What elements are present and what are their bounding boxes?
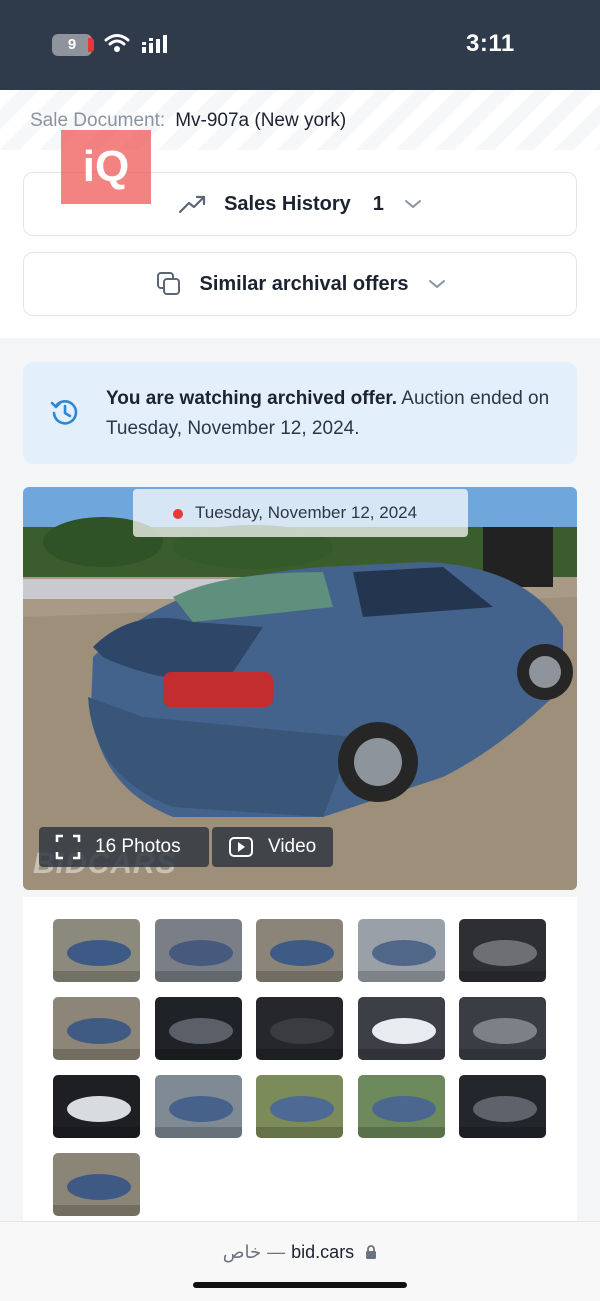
- browser-url-bar[interactable]: خاص — bid.cars: [0, 1221, 600, 1301]
- wifi-icon: [104, 34, 130, 52]
- thumbnail-image: [154, 919, 242, 982]
- gallery-thumbnail[interactable]: [53, 919, 140, 982]
- gallery-thumbnail[interactable]: [256, 997, 343, 1060]
- gallery-thumbnail[interactable]: [154, 919, 242, 982]
- listing-header-card: Sale Document: Mv-907a (New york) iQ Sale…: [0, 90, 600, 338]
- thumbnail-image: [154, 1075, 242, 1138]
- copy-icon: [156, 272, 180, 295]
- thumbnail-image: [256, 997, 343, 1060]
- photos-button-label: 16 Photos: [95, 836, 181, 857]
- video-button-label: Video: [268, 836, 317, 857]
- thumbnail-gallery: [23, 897, 577, 1221]
- main-vehicle-photo[interactable]: Tuesday, November 12, 2024 BIDCARS 16 Ph…: [23, 487, 577, 890]
- expand-icon: [55, 834, 81, 860]
- gallery-thumbnail[interactable]: [357, 919, 445, 982]
- gallery-thumbnail[interactable]: [357, 1075, 445, 1138]
- status-bar: 9 3:11: [0, 0, 600, 90]
- gallery-thumbnail[interactable]: [256, 919, 343, 982]
- private-label: خاص: [222, 1242, 262, 1262]
- thumbnail-image: [53, 919, 140, 982]
- gallery-thumbnail[interactable]: [154, 997, 242, 1060]
- battery-icon: 9: [52, 34, 94, 56]
- history-icon: [50, 400, 78, 425]
- similar-offers-button[interactable]: Similar archival offers: [23, 252, 577, 316]
- sale-document-value: Mv-907a (New york): [175, 110, 347, 131]
- thumbnail-image: [357, 1075, 445, 1138]
- notice-bold: You are watching archived offer.: [106, 388, 398, 409]
- video-icon: [229, 837, 253, 857]
- chevron-down-icon: [429, 280, 446, 288]
- gallery-thumbnail[interactable]: [53, 1153, 140, 1216]
- gallery-thumbnail[interactable]: [459, 919, 546, 982]
- gallery-thumbnail[interactable]: [459, 1075, 546, 1138]
- thumbnail-image: [256, 1075, 343, 1138]
- thumbnail-image: [459, 1075, 546, 1138]
- gallery-thumbnail[interactable]: [459, 997, 546, 1060]
- auction-date: Tuesday, November 12, 2024: [195, 503, 418, 522]
- chevron-down-icon: [404, 200, 421, 208]
- sale-document-label: Sale Document:: [30, 110, 166, 131]
- lock-icon: [366, 1245, 377, 1259]
- gallery-thumbnail[interactable]: [256, 1075, 343, 1138]
- sale-document: Sale Document: Mv-907a (New york): [30, 110, 346, 132]
- home-indicator: [193, 1282, 407, 1288]
- sales-history-count: 1: [372, 192, 384, 215]
- thumbnail-image: [256, 919, 343, 982]
- thumbnail-image: [53, 997, 140, 1060]
- gallery-thumbnail[interactable]: [53, 997, 140, 1060]
- gallery-thumbnail[interactable]: [53, 1075, 140, 1138]
- gallery-thumbnail[interactable]: [357, 997, 445, 1060]
- thumbnail-image: [459, 997, 546, 1060]
- thumbnail-image: [357, 997, 445, 1060]
- thumbnail-image: [53, 1075, 140, 1138]
- signal-icon: [142, 35, 167, 53]
- date-status-dot: [173, 509, 183, 519]
- gallery-thumbnail[interactable]: [154, 1075, 242, 1138]
- auction-date-badge: Tuesday, November 12, 2024: [133, 489, 468, 537]
- similar-offers-label: Similar archival offers: [199, 272, 409, 295]
- notice-text: You are watching archived offer. Auction…: [106, 384, 556, 444]
- thumbnail-image: [357, 919, 445, 982]
- video-button[interactable]: Video: [212, 827, 333, 867]
- thumbnail-image: [459, 919, 546, 982]
- battery-level: 9: [67, 36, 77, 53]
- url-separator: —: [267, 1242, 286, 1262]
- status-time: 3:11: [466, 30, 515, 57]
- thumbnail-image: [154, 997, 242, 1060]
- trending-up-icon: [178, 195, 206, 214]
- archived-offer-notice: You are watching archived offer. Auction…: [23, 362, 577, 464]
- photos-button[interactable]: 16 Photos: [39, 827, 209, 867]
- iq-watermark-logo: iQ: [61, 130, 151, 204]
- thumbnail-image: [53, 1153, 140, 1216]
- url-domain: bid.cars: [291, 1242, 355, 1262]
- url-text[interactable]: خاص — bid.cars: [0, 1242, 600, 1263]
- sales-history-label: Sales History: [224, 192, 351, 215]
